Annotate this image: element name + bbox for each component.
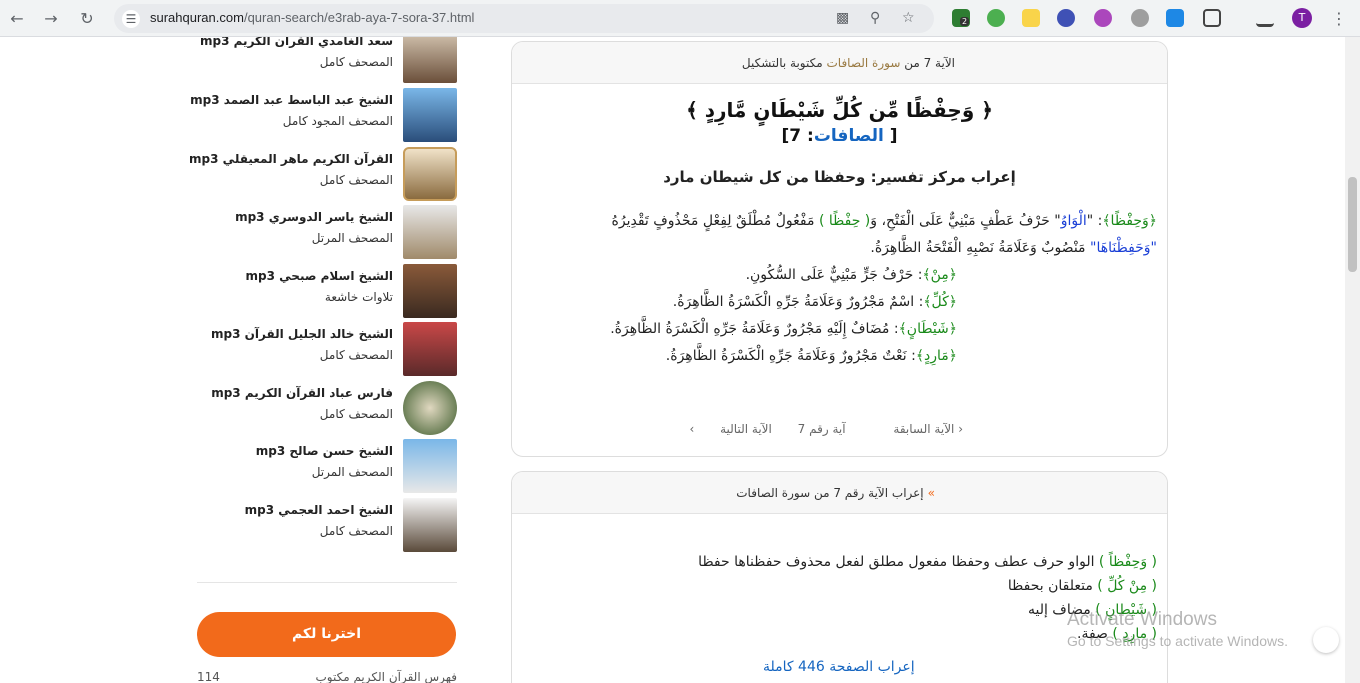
footer-count: 114 bbox=[197, 670, 220, 683]
sura-link[interactable]: سورة الصافات bbox=[826, 56, 900, 70]
extensions-puzzle-icon[interactable] bbox=[1203, 9, 1221, 27]
reciter-photo bbox=[403, 37, 457, 83]
reciter-name[interactable]: فارس عباد القرآن الكريم mp3 bbox=[211, 386, 393, 400]
header-suffix: مكتوبة بالتشكيل bbox=[741, 56, 827, 70]
media-control-icon[interactable] bbox=[1256, 9, 1274, 27]
reciter-name[interactable]: الشيخ خالد الجليل القرآن mp3 bbox=[211, 327, 393, 341]
reciter-name[interactable]: القرآن الكريم ماهر المعيقلي mp3 bbox=[189, 152, 393, 166]
url-text[interactable]: surahquran.com/quran-search/e3rab-aya-7-… bbox=[150, 10, 474, 25]
extension-shield-icon[interactable]: 2 bbox=[952, 9, 970, 27]
ai-assistant-icon[interactable] bbox=[1313, 627, 1339, 653]
reciter-item[interactable]: الشيخ عبد الباسط عبد الصمد mp3 المصحف ال… bbox=[190, 88, 457, 143]
profile-avatar[interactable]: T bbox=[1292, 8, 1312, 28]
reciter-subtitle: المصحف كامل bbox=[319, 407, 393, 421]
reciter-photo bbox=[403, 147, 457, 201]
reciter-photo bbox=[403, 381, 457, 435]
mail-icon[interactable] bbox=[1022, 9, 1040, 27]
reciter-item[interactable]: سعد الغامدي القرآن الكريم mp3 المصحف كام… bbox=[197, 37, 457, 84]
reciter-item[interactable]: الشيخ احمد العجمي mp3 المصحف كامل bbox=[197, 498, 457, 553]
bookmark-star-icon[interactable]: ☆ bbox=[902, 10, 915, 26]
chevron-icon: » bbox=[927, 486, 935, 500]
extension-gray-icon[interactable] bbox=[1131, 9, 1149, 27]
reciter-item[interactable]: القرآن الكريم ماهر المعيقلي mp3 المصحف ك… bbox=[189, 147, 457, 202]
reciter-item[interactable]: الشيخ اسلام صبحي mp3 تلاوات خاشعة bbox=[197, 264, 457, 319]
irab-line: ﴿مَارِدٍ﴾: نَعْتٌ مَجْرُورٌ وَعَلَامَةُ … bbox=[665, 348, 957, 364]
irab-card: »إعراب الآية رقم 7 من سورة الصافات ( وَح… bbox=[511, 471, 1168, 683]
irab-simple-line: ( مارِدٍ ) صفة. bbox=[1077, 626, 1157, 642]
reciter-name[interactable]: الشيخ حسن صالح mp3 bbox=[256, 444, 393, 458]
ayah-card: الآية 7 من سورة الصافات مكتوبة بالتشكيل … bbox=[511, 41, 1168, 457]
verse-text: ﴿ وَحِفْظًا مِّن كُلِّ شَيْطَانٍ مَّارِد… bbox=[686, 98, 993, 122]
reciter-subtitle: تلاوات خاشعة bbox=[324, 290, 393, 304]
reciter-name[interactable]: سعد الغامدي القرآن الكريم mp3 bbox=[200, 37, 393, 48]
reciter-subtitle: المصحف كامل bbox=[319, 348, 393, 362]
reciter-name[interactable]: الشيخ احمد العجمي mp3 bbox=[245, 503, 393, 517]
irab-analysis: ﴿وَحِفْظًا﴾: "الْوَاوُ" حَرْفُ عَطْفٍ مَ… bbox=[512, 186, 1167, 370]
reciter-name[interactable]: الشيخ اسلام صبحي mp3 bbox=[246, 269, 393, 283]
sura-name-link[interactable]: الصافات bbox=[814, 126, 884, 146]
irab-simple-line: ( شَيْطانٍ ) مضاف إليه bbox=[1027, 602, 1157, 618]
sidebar-divider bbox=[197, 582, 457, 583]
extension-badge: 2 bbox=[960, 17, 970, 26]
reciter-subtitle: المصحف المرتل bbox=[311, 465, 393, 479]
reciter-item[interactable]: الشيخ حسن صالح mp3 المصحف المرتل bbox=[197, 439, 457, 494]
reload-icon[interactable]: ↻ bbox=[76, 8, 98, 30]
ayah-pager: ‹ الآية السابقة آية رقم 7 الآية التالية … bbox=[667, 422, 963, 436]
reciter-photo bbox=[403, 498, 457, 552]
reciter-item[interactable]: الشيخ خالد الجليل القرآن mp3 المصحف كامل bbox=[197, 322, 457, 377]
reciter-subtitle: المصحف كامل bbox=[319, 173, 393, 187]
ai-brain-icon[interactable] bbox=[1094, 9, 1112, 27]
irab-simple-line: ( مِنْ كُلِّ ) متعلقان بحفظا bbox=[1007, 578, 1157, 594]
extension-globe-icon[interactable] bbox=[987, 9, 1005, 27]
footer-link[interactable]: فهرس القرآن الكريم مكتوب bbox=[315, 670, 457, 683]
irab-line: ﴿وَحِفْظًا﴾: "الْوَاوُ" حَرْفُ عَطْفٍ مَ… bbox=[611, 213, 1157, 229]
sync-icon[interactable] bbox=[1166, 9, 1184, 27]
reciter-photo bbox=[403, 322, 457, 376]
next-ayah-link[interactable]: الآية التالية › bbox=[689, 422, 771, 436]
reciter-subtitle: المصحف المجود كامل bbox=[282, 114, 393, 128]
verse-reference: [ الصافات: 7] bbox=[781, 126, 898, 146]
reciter-name[interactable]: الشيخ عبد الباسط عبد الصمد mp3 bbox=[190, 93, 393, 107]
irab-line: ﴿شَيْطَانٍ﴾: مُضَافٌ إِلَيْهِ مَجْرُورٌ … bbox=[610, 321, 957, 337]
reciter-photo bbox=[403, 439, 457, 493]
install-icon[interactable]: ▩ bbox=[836, 10, 849, 26]
windows-activation-watermark: Activate Windows Go to Settings to activ… bbox=[1067, 609, 1288, 649]
current-ayah-label: آية رقم 7 bbox=[797, 422, 846, 436]
irab-line: ﴿مِنْ﴾: حَرْفُ جَرٍّ مَبْنِيٌّ عَلَى الس… bbox=[745, 267, 957, 283]
ayah-card-header: الآية 7 من سورة الصافات مكتوبة بالتشكيل bbox=[512, 42, 1167, 84]
irab-line: "وَحَفِظْنَاهَا" مَنْصُوبٌ وَعَلَامَةُ ن… bbox=[870, 240, 1157, 256]
forward-icon[interactable]: → bbox=[40, 8, 62, 30]
menu-dots-icon[interactable]: ⋮ bbox=[1328, 8, 1350, 30]
reciter-subtitle: المصحف كامل bbox=[319, 55, 393, 69]
full-page-irab-link[interactable]: إعراب الصفحة 446 كاملة bbox=[763, 659, 915, 675]
reciter-subtitle: المصحف كامل bbox=[319, 524, 393, 538]
section-title: إعراب مركز تفسير: وحفظا من كل شيطان مارد bbox=[663, 168, 1016, 186]
irab-simple-line: ( وَحِفْظاً ) الواو حرف عطف وحفظا مفعول … bbox=[698, 554, 1157, 570]
back-icon[interactable]: ← bbox=[6, 8, 28, 30]
reciter-photo bbox=[403, 264, 457, 318]
reciter-photo bbox=[403, 205, 457, 259]
zoom-icon[interactable]: ⚲ bbox=[870, 10, 880, 26]
reciter-item[interactable]: فارس عباد القرآن الكريم mp3 المصحف كامل bbox=[197, 381, 457, 436]
irab-card-header: »إعراب الآية رقم 7 من سورة الصافات bbox=[512, 472, 1167, 514]
reciter-photo bbox=[403, 88, 457, 142]
browser-toolbar: ← → ↻ ☰ surahquran.com/quran-search/e3ra… bbox=[0, 0, 1360, 37]
extension-search-icon[interactable] bbox=[1057, 9, 1075, 27]
cta-button[interactable]: اخترنا لكم bbox=[197, 612, 456, 657]
reciter-item[interactable]: الشيخ ياسر الدوسري mp3 المصحف المرتل bbox=[197, 205, 457, 260]
irab-line: ﴿كُلِّ﴾: اسْمٌ مَجْرُورٌ وَعَلَامَةُ جَر… bbox=[672, 294, 957, 310]
scrollbar-thumb[interactable] bbox=[1348, 177, 1357, 272]
page-scrollbar[interactable] bbox=[1345, 37, 1360, 683]
reciter-subtitle: المصحف المرتل bbox=[311, 231, 393, 245]
page-content: سعد الغامدي القرآن الكريم mp3 المصحف كام… bbox=[0, 37, 1360, 683]
prev-ayah-link[interactable]: ‹ الآية السابقة bbox=[871, 422, 963, 436]
header-prefix: الآية 7 من bbox=[900, 56, 955, 70]
site-info-icon[interactable]: ☰ bbox=[122, 10, 140, 28]
reciter-name[interactable]: الشيخ ياسر الدوسري mp3 bbox=[235, 210, 393, 224]
address-bar[interactable]: ☰ surahquran.com/quran-search/e3rab-aya-… bbox=[114, 4, 934, 33]
